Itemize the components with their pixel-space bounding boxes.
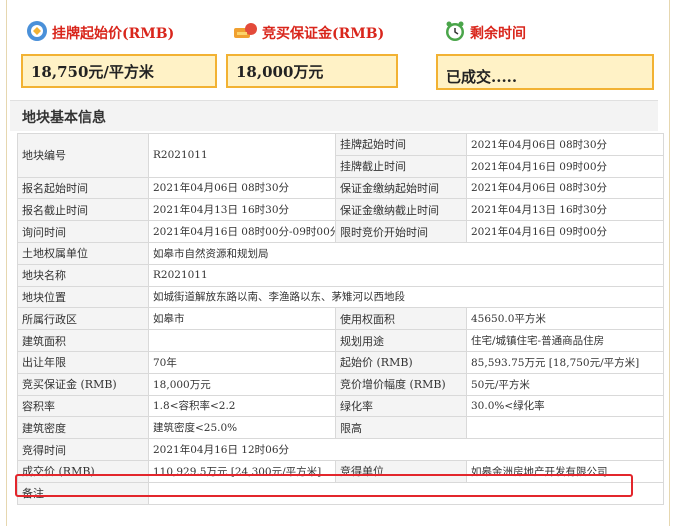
field-label: 询问时间 <box>17 220 149 243</box>
field-label: 建筑密度 <box>17 416 149 440</box>
field-label: 保证金缴纳截止时间 <box>335 198 467 222</box>
field-value <box>466 416 664 440</box>
field-value: 70年 <box>148 350 336 374</box>
table-row: 地块名称 R2021011 <box>17 263 664 287</box>
field-value: 2021年04月06日 08时30分 <box>466 176 664 200</box>
field-label: 挂牌截止时间 <box>335 154 467 178</box>
deposit-value: 18,000万元 <box>226 54 398 88</box>
deposit-icon <box>232 20 258 46</box>
table-row: 询问时间 2021年04月16日 08时00分-09时00分 限时竞价开始时间 … <box>17 220 664 243</box>
field-label: 使用权面积 <box>335 307 467 331</box>
field-value <box>148 481 664 505</box>
field-label: 备注 <box>17 481 149 505</box>
field-value: 2021年04月16日 09时00分 <box>466 154 664 178</box>
field-label: 报名截止时间 <box>17 198 149 222</box>
field-label: 建筑面积 <box>17 329 149 352</box>
table-row: 竞买保证金 (RMB) 18,000万元 竞价增价幅度 (RMB) 50元/平方… <box>17 372 664 396</box>
start-price-label: 挂牌起始价(RMB) <box>26 20 174 46</box>
field-value: 2021年04月06日 08时30分 <box>148 176 336 200</box>
field-value: 45650.0平方米 <box>466 307 664 331</box>
field-label: 土地权属单位 <box>17 241 149 265</box>
price-tag-icon <box>26 20 48 46</box>
field-value: 50元/平方米 <box>466 372 664 396</box>
table-row: 地块位置 如城街道解放东路以南、李渔路以东、茅雉河以西地段 <box>17 285 664 309</box>
alarm-clock-icon <box>444 20 466 46</box>
field-label: 地块编号 <box>17 133 149 178</box>
field-label: 容积率 <box>17 394 149 418</box>
field-value: 1.8<容积率<2.2 <box>148 394 336 418</box>
field-value: 建筑密度<25.0% <box>148 416 336 440</box>
field-value: 2021年04月13日 16时30分 <box>148 198 336 222</box>
field-value: 110,929.5万元 [24,300元/平方米] <box>148 459 336 483</box>
field-label: 挂牌起始时间 <box>335 133 467 156</box>
field-value: 2021年04月16日 09时00分 <box>466 220 664 243</box>
field-value: 如城街道解放东路以南、李渔路以东、茅雉河以西地段 <box>148 285 664 309</box>
field-value: 2021年04月16日 12时06分 <box>148 438 664 461</box>
field-label: 竞买保证金 (RMB) <box>17 372 149 396</box>
field-value <box>148 329 336 352</box>
deposit-label: 竞买保证金(RMB) <box>232 20 384 46</box>
field-label: 竞得时间 <box>17 438 149 461</box>
field-label: 竞得单位 <box>335 459 467 483</box>
table-row: 报名起始时间 2021年04月06日 08时30分 保证金缴纳起始时间 2021… <box>17 176 664 200</box>
field-value: 住宅/城镇住宅-普通商品住房 <box>466 329 664 352</box>
field-value: 18,000万元 <box>148 372 336 396</box>
field-label: 成交价 (RMB) <box>17 459 149 483</box>
field-label: 地块名称 <box>17 263 149 287</box>
start-price-value: 18,750元/平方米 <box>21 54 217 88</box>
field-value: R2021011 <box>148 263 664 287</box>
field-label: 出让年限 <box>17 350 149 374</box>
field-label: 竞价增价幅度 (RMB) <box>335 372 467 396</box>
field-value: R2021011 <box>148 133 336 178</box>
field-label: 限高 <box>335 416 467 440</box>
table-row: 竞得时间 2021年04月16日 12时06分 <box>17 438 664 461</box>
field-label: 地块位置 <box>17 285 149 309</box>
remaining-time-value: 已成交..... <box>436 54 654 90</box>
table-row: 所属行政区 如皋市 使用权面积 45650.0平方米 <box>17 307 664 331</box>
field-value: 2021年04月16日 08时00分-09时00分 <box>148 220 336 243</box>
table-row: 成交价 (RMB) 110,929.5万元 [24,300元/平方米] 竞得单位… <box>17 459 664 483</box>
table-row: 备注 <box>17 481 664 505</box>
section-header: 地块基本信息 <box>10 100 658 131</box>
table-row: 土地权属单位 如皋市自然资源和规划局 <box>17 241 664 265</box>
field-label: 所属行政区 <box>17 307 149 331</box>
table-row: 报名截止时间 2021年04月13日 16时30分 保证金缴纳截止时间 2021… <box>17 198 664 222</box>
field-label: 报名起始时间 <box>17 176 149 200</box>
field-value: 如皋金洲房地产开发有限公司 <box>466 459 664 483</box>
table-row: 容积率 1.8<容积率<2.2 绿化率 30.0%<绿化率 <box>17 394 664 418</box>
table-row: 出让年限 70年 起始价 (RMB) 85,593.75万元 [18,750元/… <box>17 350 664 374</box>
table-row: 建筑密度 建筑密度<25.0% 限高 <box>17 416 664 440</box>
time-label: 剩余时间 <box>444 20 526 46</box>
field-value: 85,593.75万元 [18,750元/平方米] <box>466 350 664 374</box>
section-title: 地块基本信息 <box>22 110 106 126</box>
parcel-info-table: 地块编号 R2021011 挂牌起始时间 2021年04月06日 08时30分 … <box>17 133 664 505</box>
field-label: 绿化率 <box>335 394 467 418</box>
table-row: 建筑面积 规划用途 住宅/城镇住宅-普通商品住房 <box>17 329 664 352</box>
field-label: 保证金缴纳起始时间 <box>335 176 467 200</box>
field-label: 限时竞价开始时间 <box>335 220 467 243</box>
field-value: 如皋市 <box>148 307 336 331</box>
field-value: 2021年04月06日 08时30分 <box>466 133 664 156</box>
field-value: 如皋市自然资源和规划局 <box>148 241 664 265</box>
field-label: 起始价 (RMB) <box>335 350 467 374</box>
table-row: 地块编号 R2021011 挂牌起始时间 2021年04月06日 08时30分 <box>17 133 664 178</box>
field-label: 规划用途 <box>335 329 467 352</box>
field-value: 30.0%<绿化率 <box>466 394 664 418</box>
field-value: 2021年04月13日 16时30分 <box>466 198 664 222</box>
